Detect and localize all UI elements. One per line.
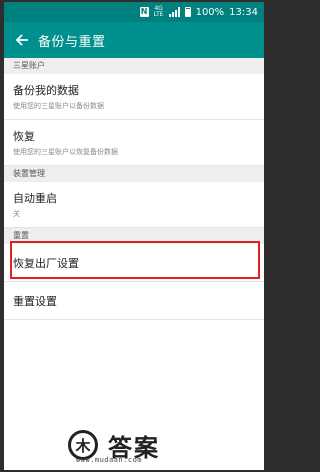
notification-n-icon: N (139, 7, 149, 17)
list-item-subtitle: 使用您的三星账户以恢复备份数据 (13, 148, 118, 156)
list-item-title: 备份我的数据 (13, 84, 79, 97)
network-type-icon: 4G LTE (154, 6, 164, 18)
page-title: 备份与重置 (38, 34, 106, 50)
list-item-backup-data[interactable]: 备份我的数据 使用您的三星账户以备份数据 (4, 74, 264, 120)
phone-screen: N 4G LTE 100% 13:34 备份与重置 三星账户 备份我的数据 使用… (4, 2, 264, 470)
list-item-restore[interactable]: 恢复 使用您的三星账户以恢复备份数据 (4, 120, 264, 166)
list-item-title: 恢复 (13, 130, 35, 143)
list-item-subtitle: 使用您的三星账户以备份数据 (13, 102, 104, 110)
list-item-title: 自动重启 (13, 192, 57, 205)
network-lte-label: LTE (153, 11, 164, 18)
watermark-url: www.mudaan.com (76, 456, 143, 464)
signal-icon (168, 7, 180, 17)
list-item-subtitle: 关 (13, 210, 20, 218)
factory-reset-highlight-box (10, 241, 260, 279)
app-bar: 备份与重置 (4, 22, 264, 58)
section-header-device-management: 装置管理 (4, 166, 264, 182)
status-time: 13:34 (229, 6, 258, 18)
status-bar: N 4G LTE 100% 13:34 (4, 2, 264, 22)
back-arrow-icon[interactable] (12, 30, 32, 50)
list-item-auto-restart[interactable]: 自动重启 关 (4, 182, 264, 228)
list-item-title: 重置设置 (13, 294, 57, 308)
battery-percent: 100% (195, 6, 225, 18)
list-item-reset-settings[interactable]: 重置设置 (4, 282, 264, 320)
watermark: 木 答案 www.mudaan.com (68, 420, 264, 470)
section-header-samsung-account: 三星账户 (4, 58, 264, 74)
battery-icon (184, 7, 191, 17)
